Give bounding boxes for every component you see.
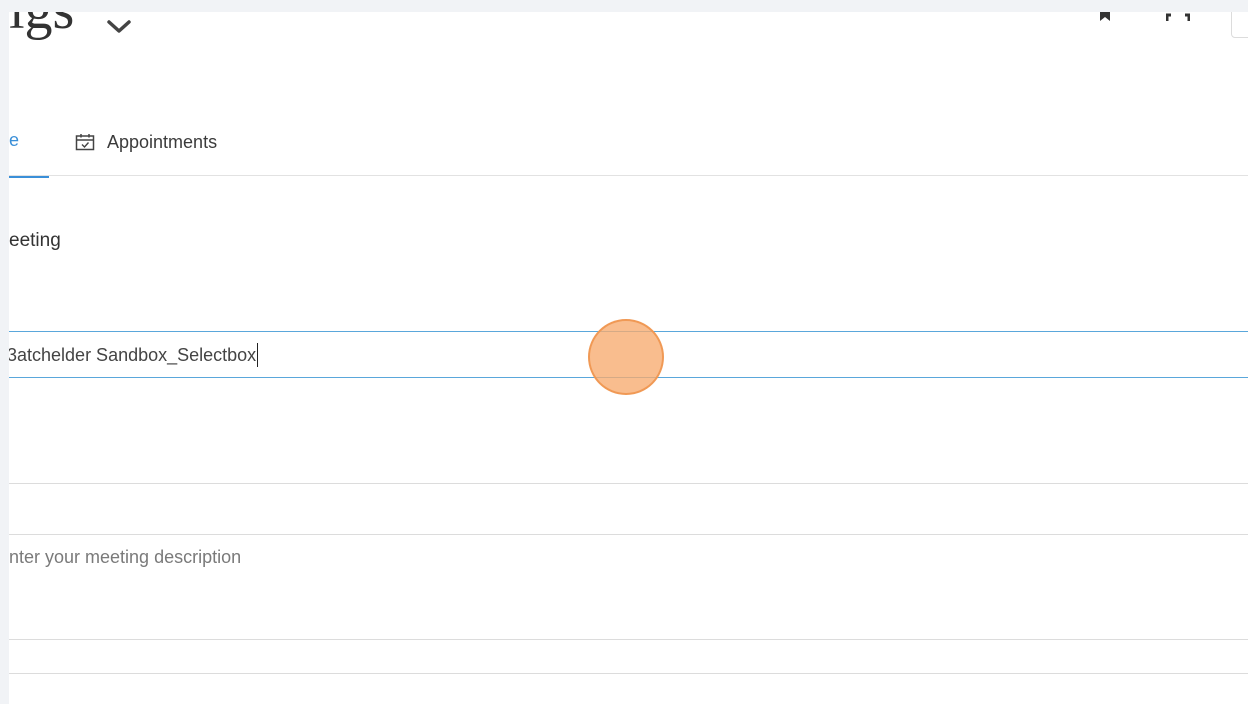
app-window: igs e Appointments eeting 3atchelder San…: [9, 12, 1248, 704]
meeting-section-label: eeting: [9, 230, 61, 251]
tab-appointments[interactable]: Appointments: [75, 124, 217, 160]
tab-appointments-label: Appointments: [107, 131, 218, 152]
meeting-name-value: 3atchelder Sandbox_Selectbox: [9, 342, 259, 367]
field-divider: [9, 483, 1248, 484]
tab-bar: e Appointments: [9, 12, 1248, 178]
tab-overview[interactable]: e: [9, 130, 19, 151]
description-placeholder: nter your meeting description: [9, 547, 242, 567]
meeting-description-field[interactable]: nter your meeting description: [9, 534, 1248, 640]
calendar-icon: [75, 134, 95, 151]
field-divider: [9, 673, 1248, 674]
click-indicator: [588, 319, 664, 395]
